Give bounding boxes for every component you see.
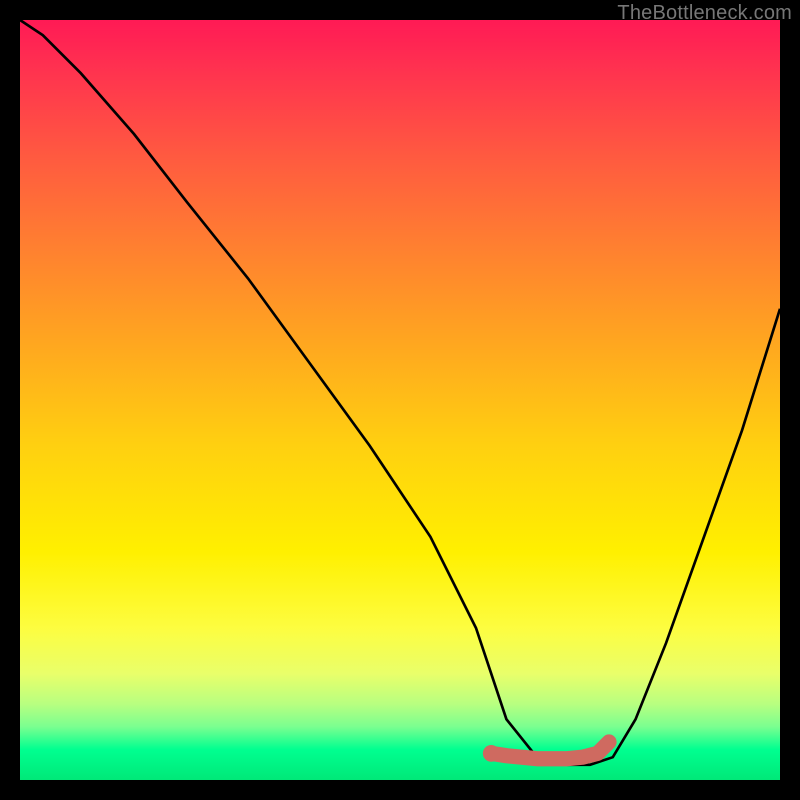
optimal-start-dot-icon (483, 745, 500, 762)
watermark-text: TheBottleneck.com (617, 2, 792, 25)
bottleneck-curve (20, 20, 780, 765)
optimal-range-marker (491, 742, 609, 759)
chart-frame: TheBottleneck.com (0, 0, 800, 800)
plot-area (20, 20, 780, 780)
chart-svg (20, 20, 780, 780)
